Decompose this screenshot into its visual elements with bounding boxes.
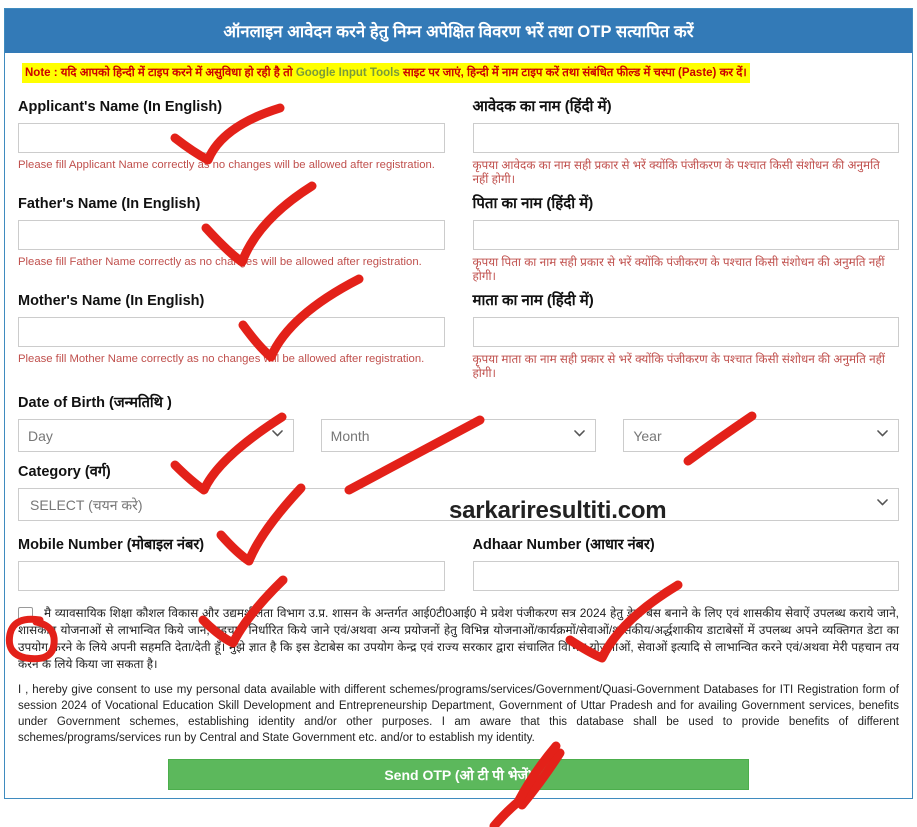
google-input-tools-link[interactable]: Google Input Tools bbox=[296, 67, 400, 79]
father-name-hi-hint: कृपया पिता का नाम सही प्रकार से भरें क्य… bbox=[472, 255, 885, 283]
consent-block: मै व्यावसायिक शिक्षा कौशल विकास और उद्यम… bbox=[18, 605, 899, 746]
applicant-name-en-input[interactable] bbox=[18, 123, 445, 153]
registration-page: ऑनलाइन आवेदन करने हेतु निम्न अपेक्षित वि… bbox=[0, 0, 917, 827]
applicant-name-hi-hint: कृपया आवेदक का नाम सही प्रकार से भरें क्… bbox=[472, 158, 880, 186]
dob-label: Date of Birth (जन्मतिथि ) bbox=[18, 395, 172, 411]
consent-text-english: I , hereby give consent to use my person… bbox=[18, 684, 899, 744]
father-name-en-group: Father's Name (In English) Please fill F… bbox=[18, 186, 459, 283]
note-suffix: साइट पर जाएं, हिन्दी में नाम टाइप करें त… bbox=[399, 67, 747, 79]
applicant-name-hi-label: आवेदक का नाम (हिंदी में) bbox=[472, 98, 612, 115]
category-select[interactable]: SELECT (चयन करे) bbox=[18, 488, 899, 521]
applicant-name-row: Applicant's Name (In English) Please fil… bbox=[18, 89, 899, 186]
dob-group: Date of Birth (जन्मतिथि ) Day Month Year bbox=[18, 394, 900, 452]
consent-checkbox[interactable] bbox=[18, 607, 33, 622]
dob-year-select[interactable]: Year bbox=[623, 419, 900, 452]
applicant-name-en-hint: Please fill Applicant Name correctly as … bbox=[18, 159, 435, 171]
applicant-name-hi-input[interactable] bbox=[472, 123, 899, 153]
adhaar-label: Adhaar Number (आधार नंबर) bbox=[472, 537, 655, 553]
father-name-en-hint: Please fill Father Name correctly as no … bbox=[18, 256, 422, 268]
note-prefix: Note : यदि आपको हिन्दी में टाइप करने में… bbox=[25, 67, 296, 79]
applicant-name-en-label: Applicant's Name (In English) bbox=[18, 99, 223, 115]
category-select-wrap: SELECT (चयन करे) bbox=[18, 488, 899, 521]
hindi-typing-note: Note : यदि आपको हिन्दी में टाइप करने में… bbox=[22, 63, 750, 83]
mother-name-en-label: Mother's Name (In English) bbox=[18, 293, 205, 309]
dob-month-wrap: Month bbox=[320, 419, 597, 452]
page-title: ऑनलाइन आवेदन करने हेतु निम्न अपेक्षित वि… bbox=[5, 9, 912, 53]
mother-name-row: Mother's Name (In English) Please fill M… bbox=[18, 283, 899, 380]
category-label: Category (वर्ग) bbox=[18, 464, 111, 480]
dob-year-wrap: Year bbox=[623, 419, 900, 452]
form-body: Note : यदि आपको हिन्दी में टाइप करने में… bbox=[5, 53, 912, 798]
father-name-hi-input[interactable] bbox=[472, 220, 899, 250]
father-name-en-label: Father's Name (In English) bbox=[18, 196, 201, 212]
father-name-row: Father's Name (In English) Please fill F… bbox=[18, 186, 899, 283]
dob-day-wrap: Day bbox=[18, 419, 294, 452]
mobile-label: Mobile Number (मोबाइल नंबर) bbox=[18, 537, 205, 553]
note-row: Note : यदि आपको हिन्दी में टाइप करने में… bbox=[18, 53, 899, 89]
send-otp-button[interactable]: Send OTP (ओ टी पी भेजें) bbox=[168, 759, 749, 790]
mobile-group: Mobile Number (मोबाइल नंबर) bbox=[18, 521, 459, 591]
adhaar-group: Adhaar Number (आधार नंबर) bbox=[459, 521, 899, 591]
dob-day-select[interactable]: Day bbox=[18, 419, 294, 452]
mother-name-hi-input[interactable] bbox=[472, 317, 899, 347]
mother-name-hi-hint: कृपया माता का नाम सही प्रकार से भरें क्य… bbox=[472, 352, 885, 380]
mother-name-hi-label: माता का नाम (हिंदी में) bbox=[472, 292, 594, 309]
applicant-name-en-group: Applicant's Name (In English) Please fil… bbox=[18, 89, 459, 186]
mother-name-en-group: Mother's Name (In English) Please fill M… bbox=[18, 283, 459, 380]
mother-name-en-hint: Please fill Mother Name correctly as no … bbox=[18, 353, 425, 365]
dob-month-select[interactable]: Month bbox=[320, 419, 597, 452]
mother-name-en-input[interactable] bbox=[18, 317, 445, 347]
form-panel: ऑनलाइन आवेदन करने हेतु निम्न अपेक्षित वि… bbox=[4, 8, 913, 799]
category-group: Category (वर्ग) SELECT (चयन करे) bbox=[18, 463, 899, 521]
adhaar-input[interactable] bbox=[472, 561, 899, 591]
father-name-en-input[interactable] bbox=[18, 220, 445, 250]
dob-selects: Day Month Year bbox=[18, 419, 900, 452]
consent-text-hindi: मै व्यावसायिक शिक्षा कौशल विकास और उद्यम… bbox=[18, 606, 899, 671]
contact-row: Mobile Number (मोबाइल नंबर) Adhaar Numbe… bbox=[18, 521, 899, 591]
mother-name-hi-group: माता का नाम (हिंदी में) कृपया माता का ना… bbox=[459, 283, 899, 380]
father-name-hi-group: पिता का नाम (हिंदी में) कृपया पिता का ना… bbox=[459, 186, 899, 283]
mobile-input[interactable] bbox=[18, 561, 445, 591]
father-name-hi-label: पिता का नाम (हिंदी में) bbox=[472, 195, 594, 212]
applicant-name-hi-group: आवेदक का नाम (हिंदी में) कृपया आवेदक का … bbox=[459, 89, 899, 186]
submit-row: Send OTP (ओ टी पी भेजें) bbox=[18, 759, 899, 790]
